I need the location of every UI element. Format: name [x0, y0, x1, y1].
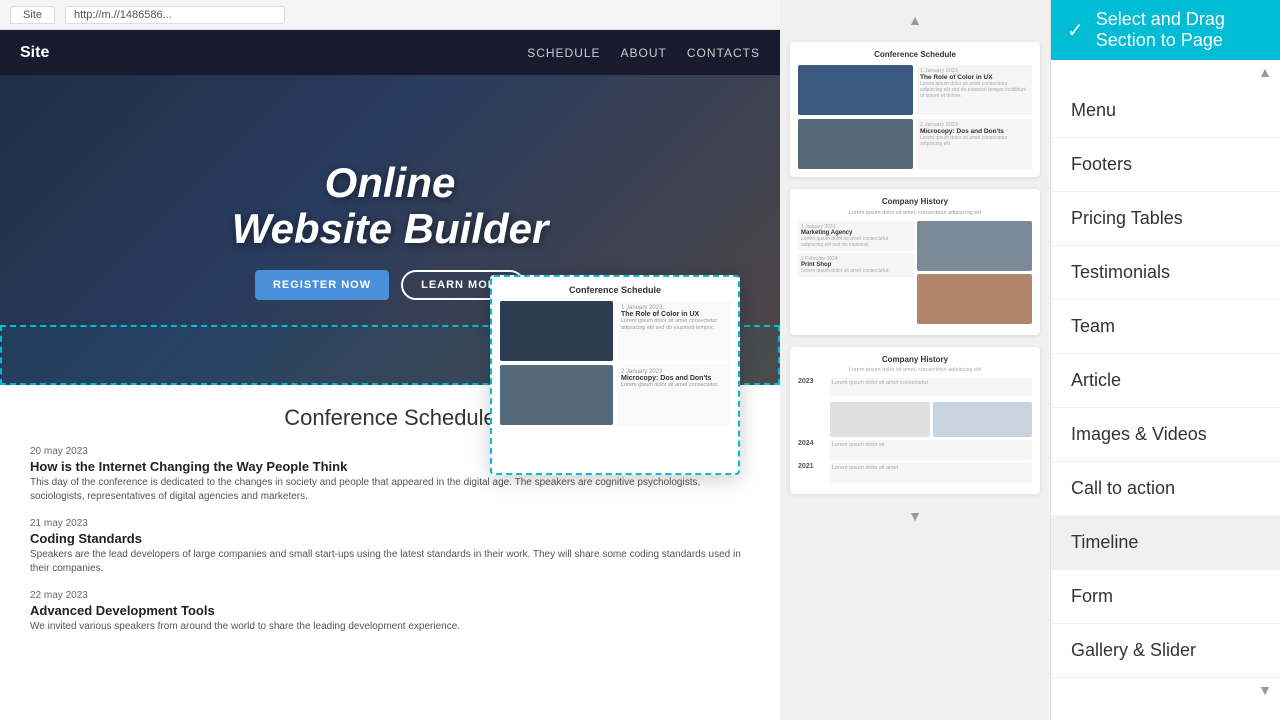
article-item-3: 22 may 2023 Advanced Development Tools W…	[30, 590, 750, 634]
right-panel: ▲ Conference Schedule 1 January 2023 The…	[780, 0, 1280, 720]
ch-photo-2	[917, 274, 1033, 324]
browser-tab: Site	[10, 6, 55, 24]
section-item-pricing-tables[interactable]: Pricing Tables	[1051, 192, 1280, 246]
tl-entry-3: 2021 Lorem ipsum dolor sit amet	[798, 463, 1032, 483]
header-drag-label: Select and Drag Section to Page	[1096, 9, 1264, 51]
section-item-call-to-action[interactable]: Call to action	[1051, 462, 1280, 516]
tl-entry-1: 2023 Lorem ipsum dolor sit amet consecte…	[798, 378, 1032, 437]
nav-contacts[interactable]: CONTACTS	[687, 46, 760, 60]
thumbnail-company-history-1[interactable]: Company History Lorem ipsum dolor sit am…	[790, 189, 1040, 335]
article-title-3: Advanced Development Tools	[30, 603, 750, 618]
thumb-img-conf-2	[798, 119, 913, 169]
thumb-title-ch1: Company History	[798, 197, 1032, 206]
floating-card-grid: 1 January 2023 The Role of Color in UX L…	[500, 301, 730, 425]
section-item-form[interactable]: Form	[1051, 570, 1280, 624]
card-image-2	[500, 365, 613, 425]
floating-card-title: Conference Schedule	[500, 285, 730, 295]
tl-entry-2: 2024 Lorem ipsum dolor sit	[798, 440, 1032, 460]
card-body-2: Lorem ipsum dolor sit amet consectetur.	[621, 382, 726, 389]
section-scroll-down[interactable]: ▼	[1051, 678, 1280, 702]
card-title-2: Microcopy: Dos and Don'ts	[621, 375, 726, 382]
card-entry-1: 1 January 2023 The Role of Color in UX L…	[617, 301, 730, 361]
thumb-text-conf-1: 1 January 2023 The Role of Color in UX L…	[917, 65, 1032, 115]
hero-title: Online Website Builder	[232, 160, 549, 252]
section-item-team[interactable]: Team	[1051, 300, 1280, 354]
section-item-gallery-slider[interactable]: Gallery & Slider	[1051, 624, 1280, 678]
website-preview: Site http://m.//1486586... Site SCHEDULE…	[0, 0, 780, 720]
section-item-menu[interactable]: Menu	[1051, 84, 1280, 138]
article-title-2: Coding Standards	[30, 531, 750, 546]
thumb-img-conf-1	[798, 65, 913, 115]
site-nav: Site SCHEDULE ABOUT CONTACTS	[0, 30, 780, 75]
tl-img-2	[933, 402, 1033, 437]
article-date-3: 22 may 2023	[30, 590, 750, 601]
browser-bar: Site http://m.//1486586...	[0, 0, 780, 30]
section-item-images-videos[interactable]: Images & Videos	[1051, 408, 1280, 462]
thumbnail-conference-schedule[interactable]: Conference Schedule 1 January 2023 The R…	[790, 42, 1040, 177]
thumb-title-ch2: Company History	[798, 355, 1032, 364]
tl-img-1	[830, 402, 930, 437]
article-body-3: We invited various speakers from around …	[30, 620, 750, 634]
card-entry-2: 2 January 2023 Microcopy: Dos and Don'ts…	[617, 365, 730, 425]
article-body-1: This day of the conference is dedicated …	[30, 476, 750, 504]
section-item-article[interactable]: Article	[1051, 354, 1280, 408]
card-title-1: The Role of Color in UX	[621, 311, 726, 318]
ch-photo-1	[917, 221, 1033, 271]
card-image-1	[500, 301, 613, 361]
thumbnails-scroll-down[interactable]: ▼	[790, 506, 1040, 526]
floating-preview-card[interactable]: Conference Schedule 1 January 2023 The R…	[490, 275, 740, 475]
thumbnails-column[interactable]: ▲ Conference Schedule 1 January 2023 The…	[780, 0, 1050, 720]
register-button[interactable]: REGISTER NOW	[255, 270, 389, 300]
site-logo: Site	[20, 44, 49, 62]
nav-links: SCHEDULE ABOUT CONTACTS	[527, 46, 760, 60]
section-header: ✓ Select and Drag Section to Page	[1051, 0, 1280, 60]
thumbnail-company-history-2[interactable]: Company History Lorem ipsum dolor sit am…	[790, 347, 1040, 494]
check-icon: ✓	[1067, 18, 1084, 43]
nav-schedule[interactable]: SCHEDULE	[527, 46, 600, 60]
section-item-footers[interactable]: Footers	[1051, 138, 1280, 192]
article-item-2: 21 may 2023 Coding Standards Speakers ar…	[30, 518, 750, 576]
section-item-timeline[interactable]: Timeline	[1051, 516, 1280, 570]
thumbnails-scroll-up[interactable]: ▲	[790, 10, 1040, 30]
ch-row-1: 1 January 2023 Marketing Agency Lorem ip…	[798, 221, 1032, 324]
article-body-2: Speakers are the lead developers of larg…	[30, 548, 750, 576]
nav-about[interactable]: ABOUT	[621, 46, 667, 60]
thumb-grid-conference: 1 January 2023 The Role of Color in UX L…	[798, 65, 1032, 169]
card-body-1: Lorem ipsum dolor sit amet consectetur a…	[621, 318, 726, 332]
thumb-text-conf-2: 2 January 2023 Microcopy: Dos and Don'ts…	[917, 119, 1032, 169]
thumb-title-conference: Conference Schedule	[798, 50, 1032, 59]
section-list[interactable]: ✓ Select and Drag Section to Page ▲ Menu…	[1050, 0, 1280, 720]
section-scroll-up[interactable]: ▲	[1051, 60, 1280, 84]
article-date-2: 21 may 2023	[30, 518, 750, 529]
browser-url: http://m.//1486586...	[65, 6, 285, 24]
section-item-testimonials[interactable]: Testimonials	[1051, 246, 1280, 300]
